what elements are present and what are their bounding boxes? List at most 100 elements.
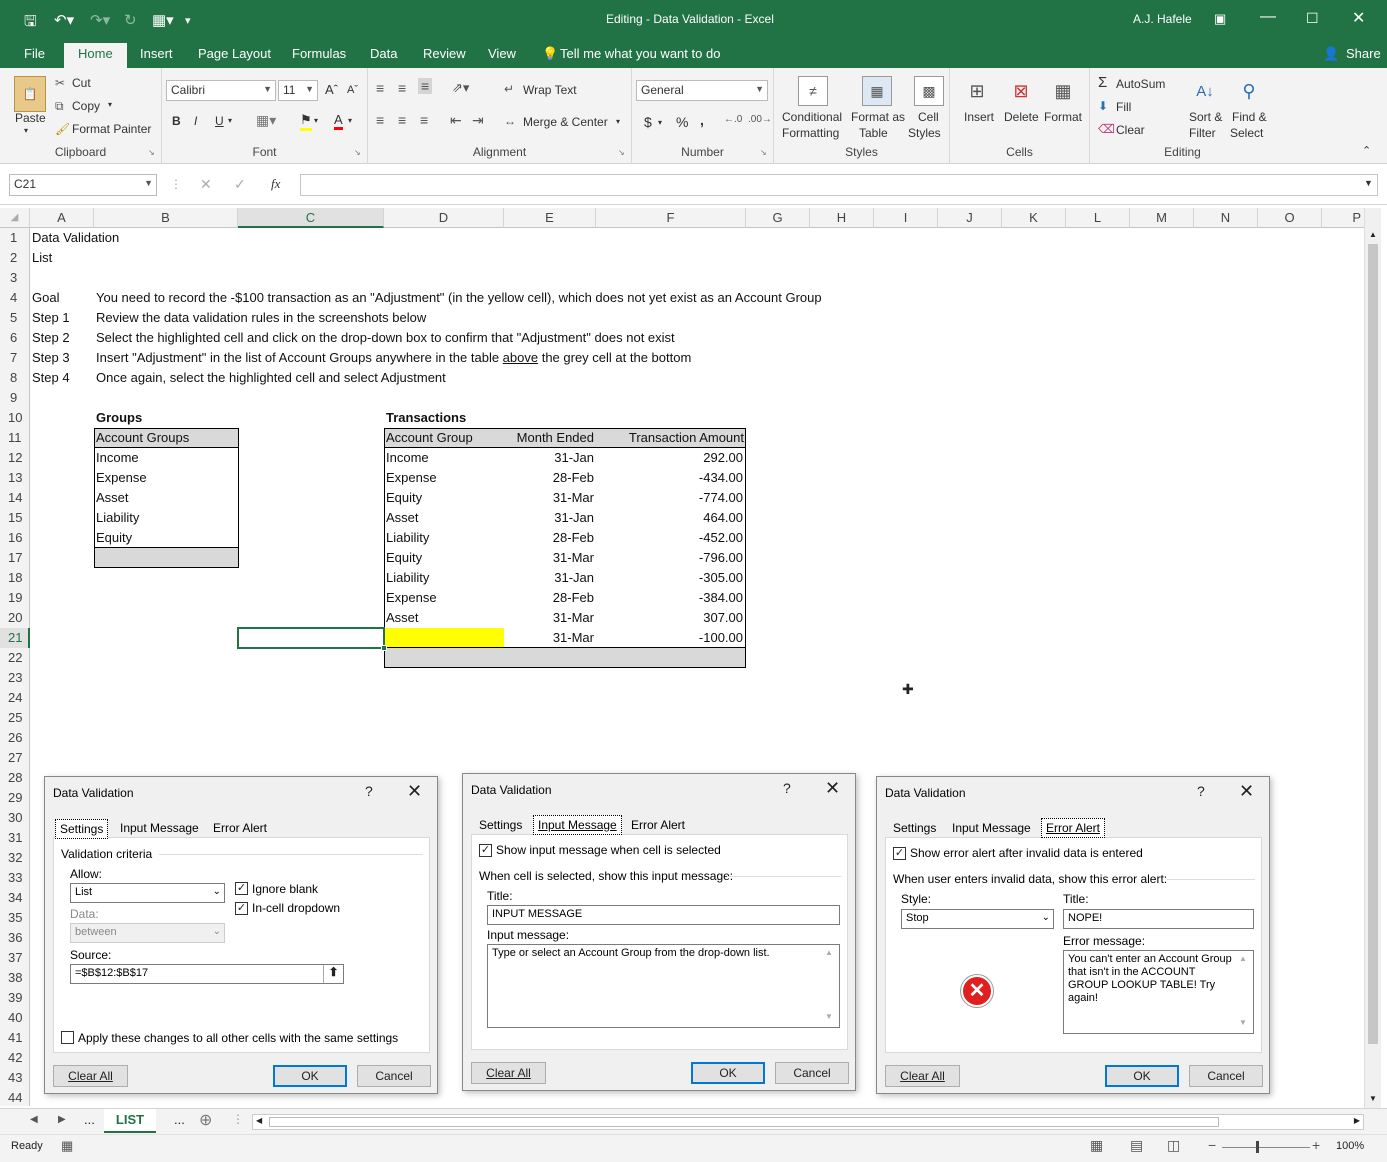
scroll-up-icon[interactable]: ▲	[1369, 230, 1377, 239]
find-select-label-1[interactable]: Find &	[1232, 110, 1267, 124]
cell-a2[interactable]: List	[32, 248, 52, 268]
save-icon[interactable]: 🖫	[24, 11, 37, 36]
row-header[interactable]: 34	[0, 888, 30, 908]
tab-input-message[interactable]: Input Message	[533, 815, 622, 835]
column-header[interactable]: B	[94, 208, 238, 228]
column-header[interactable]: L	[1066, 208, 1130, 228]
dialog-launcher-icon[interactable]: ↘	[760, 148, 767, 157]
column-header[interactable]: D	[384, 208, 504, 228]
step-label[interactable]: Goal	[32, 288, 59, 308]
cut-button[interactable]: Cut	[72, 76, 91, 90]
formula-input[interactable]	[300, 174, 1378, 196]
transaction-account-group[interactable]: Expense	[386, 588, 437, 608]
row-header[interactable]: 17	[0, 548, 30, 568]
row-header[interactable]: 30	[0, 808, 30, 828]
bold-button[interactable]: B	[172, 114, 181, 128]
refresh-icon[interactable]: ↻	[124, 11, 137, 29]
increase-indent-icon[interactable]: ⇥	[472, 112, 484, 129]
row-header[interactable]: 38	[0, 968, 30, 988]
merge-dropdown-icon[interactable]: ▾	[616, 117, 620, 126]
cancel-button[interactable]: Cancel	[357, 1065, 431, 1087]
currency-button[interactable]: $	[644, 114, 652, 130]
font-size-select[interactable]: 11 ▼	[278, 80, 318, 101]
clear-all-button[interactable]: Clear All	[885, 1065, 960, 1087]
column-header[interactable]: P	[1322, 208, 1365, 228]
transaction-month[interactable]: 31-Jan	[504, 448, 594, 468]
row-header[interactable]: 19	[0, 588, 30, 608]
align-right-icon[interactable]: ≡	[420, 112, 428, 128]
zoom-slider[interactable]	[1222, 1147, 1310, 1148]
error-message-textarea[interactable]: You can't enter an Account Group that is…	[1063, 950, 1254, 1034]
borders-icon[interactable]: ▦▾	[256, 112, 276, 129]
format-as-table-label-2[interactable]: Table	[859, 126, 888, 140]
paste-icon[interactable]: 📋	[14, 76, 46, 112]
allow-select[interactable]: List ⌄	[70, 883, 225, 903]
clear-all-button[interactable]: Clear All	[53, 1065, 128, 1087]
undo-icon[interactable]: ↶▾	[54, 11, 74, 29]
delete-cells-button[interactable]: Delete	[1004, 110, 1039, 124]
step-label[interactable]: Step 1	[32, 308, 70, 328]
tab-data[interactable]: Data	[370, 46, 397, 61]
add-sheet-icon[interactable]: ⊕	[199, 1110, 212, 1130]
row-header[interactable]: 14	[0, 488, 30, 508]
row-header[interactable]: 27	[0, 748, 30, 768]
group-item[interactable]: Asset	[96, 488, 129, 508]
tab-split-handle[interactable]: ⋮	[232, 1112, 244, 1126]
more-sheets-right[interactable]: ...	[174, 1112, 185, 1127]
autosum-button[interactable]: AutoSum	[1116, 77, 1165, 91]
conditional-formatting-label-1[interactable]: Conditional	[782, 110, 842, 124]
format-cells-button[interactable]: Format	[1044, 110, 1082, 124]
title-input[interactable]: INPUT MESSAGE	[487, 905, 840, 925]
column-header[interactable]: C	[238, 208, 384, 228]
transaction-account-group[interactable]: Asset	[386, 608, 419, 628]
column-header[interactable]: J	[938, 208, 1002, 228]
column-header[interactable]: K	[1002, 208, 1066, 228]
transactions-title[interactable]: Transactions	[386, 408, 466, 428]
groups-header-cell[interactable]: Account Groups	[94, 428, 239, 448]
row-header[interactable]: 40	[0, 1008, 30, 1028]
zoom-level[interactable]: 100%	[1336, 1140, 1364, 1152]
title-input[interactable]: NOPE!	[1063, 909, 1254, 929]
tab-settings[interactable]: Settings	[889, 819, 940, 837]
row-header[interactable]: 8	[0, 368, 30, 388]
tab-error-alert[interactable]: Error Alert	[209, 819, 271, 837]
cell-styles-label-2[interactable]: Styles	[908, 126, 941, 140]
scroll-right-icon[interactable]: ▶	[1354, 1116, 1360, 1125]
horizontal-scrollbar[interactable]: ◀ ▶	[252, 1114, 1364, 1130]
row-header[interactable]: 28	[0, 768, 30, 788]
group-item[interactable]: Income	[96, 448, 139, 468]
groups-title[interactable]: Groups	[96, 408, 142, 428]
dialog-launcher-icon[interactable]: ↘	[618, 148, 625, 157]
in-cell-dropdown-checkbox[interactable]: ✓	[235, 902, 248, 915]
ribbon-display-icon[interactable]: ▣	[1214, 11, 1226, 27]
close-icon[interactable]: ✕	[1239, 781, 1254, 802]
column-header[interactable]: H	[810, 208, 874, 228]
page-break-view-icon[interactable]: ◫	[1167, 1137, 1180, 1154]
fill-handle[interactable]	[381, 645, 387, 651]
help-button[interactable]: ?	[1197, 783, 1205, 799]
transaction-amount[interactable]: -384.00	[596, 588, 743, 608]
dialog-launcher-icon[interactable]: ↘	[148, 148, 155, 157]
transaction-month[interactable]: 31-Mar	[504, 548, 594, 568]
transaction-month[interactable]: 28-Feb	[504, 528, 594, 548]
column-header[interactable]: M	[1130, 208, 1194, 228]
tab-input-message[interactable]: Input Message	[116, 819, 203, 837]
close-icon[interactable]: ✕	[407, 781, 422, 802]
groups-grey-cell[interactable]	[94, 547, 239, 568]
row-header[interactable]: 7	[0, 348, 30, 368]
transaction-month[interactable]: 28-Feb	[504, 468, 594, 488]
selected-cell-c21[interactable]	[237, 627, 385, 649]
zoom-out-icon[interactable]: −	[1208, 1137, 1216, 1153]
page-layout-view-icon[interactable]: ▤	[1130, 1137, 1143, 1154]
row-header[interactable]: 2	[0, 248, 30, 268]
format-as-table-label-1[interactable]: Format as	[851, 110, 905, 124]
transaction-month[interactable]: 31-Mar	[504, 608, 594, 628]
font-name-select[interactable]: Calibri ▼	[166, 80, 276, 101]
comma-button[interactable]: ,	[700, 112, 704, 128]
paste-dropdown-icon[interactable]: ▾	[24, 126, 28, 135]
ok-button[interactable]: OK	[1105, 1065, 1179, 1087]
transaction-account-group[interactable]: Income	[386, 448, 429, 468]
increase-font-icon[interactable]: Aˆ	[325, 82, 338, 97]
tab-file[interactable]: File	[24, 46, 45, 61]
decrease-font-icon[interactable]: Aˇ	[347, 84, 358, 96]
